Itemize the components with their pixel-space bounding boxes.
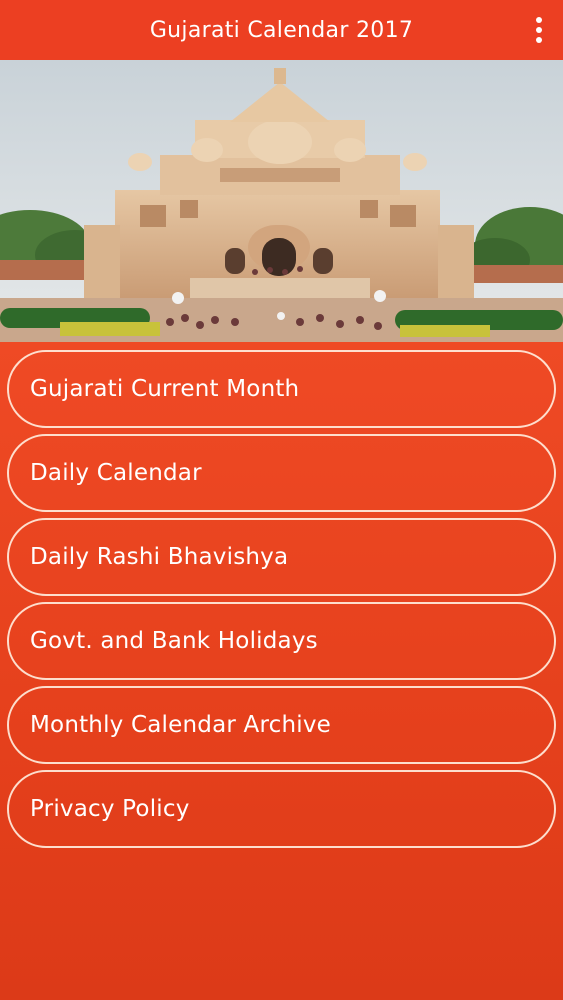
menu-item-daily-rashi-bhavishya[interactable]: Daily Rashi Bhavishya	[7, 518, 556, 596]
menu-item-govt-bank-holidays[interactable]: Govt. and Bank Holidays	[7, 602, 556, 680]
menu-item-monthly-calendar-archive[interactable]: Monthly Calendar Archive	[7, 686, 556, 764]
menu-item-privacy-policy[interactable]: Privacy Policy	[7, 770, 556, 848]
temple-photo	[0, 60, 563, 342]
more-vert-icon[interactable]	[529, 12, 549, 48]
menu-item-label: Monthly Calendar Archive	[30, 712, 331, 738]
menu-item-label: Daily Rashi Bhavishya	[30, 544, 289, 570]
app-title: Gujarati Calendar 2017	[149, 17, 414, 43]
menu-item-daily-calendar[interactable]: Daily Calendar	[7, 434, 556, 512]
menu-item-label: Privacy Policy	[30, 796, 190, 822]
hero-banner	[0, 60, 563, 342]
menu-item-label: Daily Calendar	[30, 460, 202, 486]
menu-item-gujarati-current-month[interactable]: Gujarati Current Month	[7, 350, 556, 428]
app-bar: Gujarati Calendar 2017	[0, 0, 563, 60]
menu-area: Gujarati Current Month Daily Calendar Da…	[0, 342, 563, 1000]
menu-item-label: Govt. and Bank Holidays	[30, 628, 318, 654]
menu-list: Gujarati Current Month Daily Calendar Da…	[7, 350, 556, 854]
menu-item-label: Gujarati Current Month	[30, 376, 300, 402]
